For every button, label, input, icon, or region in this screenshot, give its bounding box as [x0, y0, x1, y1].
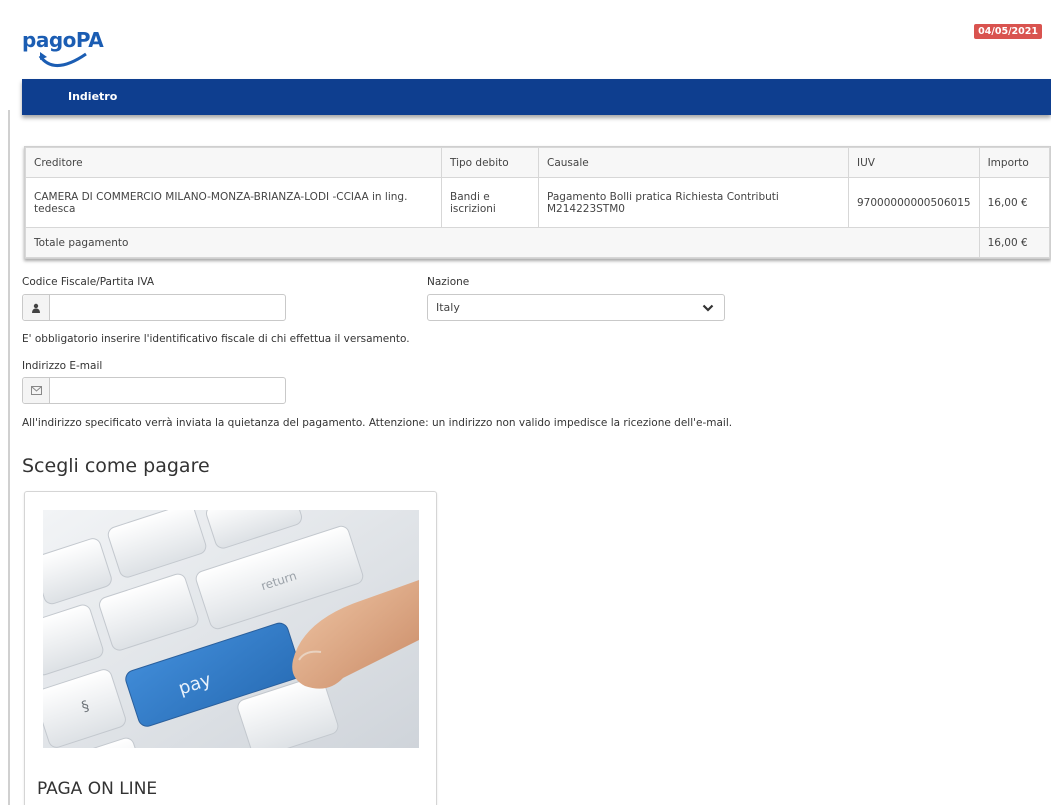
cf-help-text: E' obbligatorio inserire l'identificativ… [22, 333, 410, 345]
payment-methods-heading: Scegli come pagare [22, 455, 210, 477]
header-causale: Causale [538, 147, 849, 178]
pay-online-title: PAGA ON LINE [37, 779, 158, 799]
total-value: 16,00 € [978, 227, 1051, 258]
top-navbar: Indietro [22, 79, 1051, 115]
nazione-select[interactable]: Italy [427, 294, 725, 321]
envelope-icon [23, 378, 50, 403]
keyboard-pay-image: pay return § [43, 510, 419, 748]
cell-creditore: CAMERA DI COMMERCIO MILANO-MONZA-BRIANZA… [25, 177, 442, 228]
table-row: CAMERA DI COMMERCIO MILANO-MONZA-BRIANZA… [25, 177, 1051, 228]
left-border [8, 110, 10, 805]
back-link[interactable]: Indietro [68, 90, 117, 103]
total-label: Totale pagamento [25, 227, 980, 258]
user-icon [23, 295, 50, 320]
logo-text: pagoPA [22, 28, 104, 52]
chevron-down-icon [702, 304, 714, 312]
cell-iuv: 97000000000506015 [848, 177, 980, 228]
date-badge: 04/05/2021 [974, 24, 1042, 39]
total-row: Totale pagamento 16,00 € [25, 227, 1051, 258]
nazione-selected-value: Italy [436, 301, 460, 314]
cell-causale: Pagamento Bolli pratica Richiesta Contri… [538, 177, 849, 228]
cell-tipo-debito: Bandi e iscrizioni [441, 177, 539, 228]
cf-input-group [22, 294, 286, 321]
pagopa-logo: pagoPA [22, 28, 104, 78]
email-label: Indirizzo E-mail [22, 360, 103, 372]
header-importo: Importo [978, 147, 1051, 178]
payment-summary-table: Creditore Tipo debito Causale IUV Import… [24, 146, 1051, 259]
cf-label: Codice Fiscale/Partita IVA [22, 276, 155, 288]
header-iuv: IUV [848, 147, 980, 178]
pay-online-card[interactable]: pay return § PAGA ON LINE [24, 491, 437, 805]
header-tipo-debito: Tipo debito [441, 147, 539, 178]
email-help-text: All'indirizzo specificato verrà inviata … [22, 417, 733, 429]
email-input-group [22, 377, 286, 404]
header-creditore: Creditore [25, 147, 442, 178]
nazione-label: Nazione [427, 276, 470, 288]
logo-swoosh-icon [38, 52, 87, 67]
cell-importo: 16,00 € [978, 177, 1051, 228]
table-header-row: Creditore Tipo debito Causale IUV Import… [25, 147, 1051, 178]
email-input[interactable] [50, 378, 285, 403]
cf-input[interactable] [50, 295, 285, 320]
